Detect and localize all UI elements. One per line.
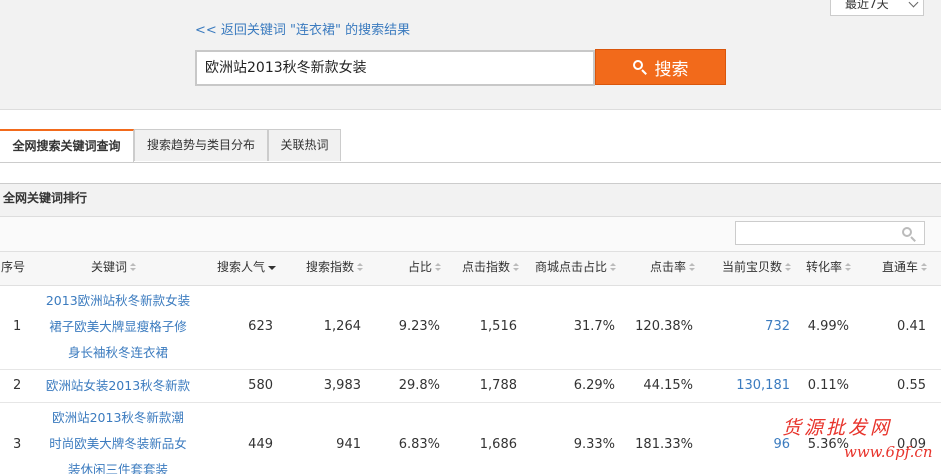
keyword-link[interactable]: 2013欧洲站秋冬新款女装 裙子欧美大牌显瘦格子修 身长袖秋冬连衣裙 [36, 288, 200, 366]
column-click-index[interactable]: 点击指数 [462, 252, 520, 285]
ztc-value: 0.55 [897, 378, 926, 393]
ctr-value: 120.38% [635, 319, 693, 334]
time-range-value: 最近7天 [845, 0, 889, 11]
share-value: 29.8% [398, 378, 440, 393]
sort-icon [845, 263, 852, 272]
click-index-value: 1,686 [479, 437, 517, 452]
sort-icon [689, 263, 696, 272]
click-index-value: 1,788 [479, 378, 517, 393]
items-link[interactable]: 732 [765, 319, 790, 334]
table-row: 2 欧洲站女装2013秋冬新款 580 3,983 29.8% 1,788 6.… [0, 370, 941, 403]
keyword-search-input[interactable]: 欧洲站2013秋冬新款女装 [195, 50, 595, 86]
column-mall-click-share[interactable]: 商城点击占比 [535, 252, 617, 285]
ctr-value: 44.15% [643, 378, 693, 393]
ztc-value: 0.41 [897, 319, 926, 334]
site-watermark: 货源批发网 www.6pf.cn [778, 411, 941, 473]
sort-icon [610, 263, 617, 272]
search-button[interactable]: 搜索 [595, 49, 726, 85]
column-share[interactable]: 占比 [408, 252, 442, 285]
column-popularity[interactable]: 搜索人气 [217, 252, 277, 285]
tab-search-trend[interactable]: 搜索趋势与类目分布 [134, 129, 268, 161]
watermark-site-url: www.6pf.cn [844, 443, 933, 461]
row-index: 3 [13, 437, 22, 452]
sort-icon [921, 263, 928, 272]
tab-keyword-query[interactable]: 全网搜索关键词查询 [0, 129, 134, 162]
share-value: 9.23% [398, 319, 440, 334]
sort-icon [785, 263, 792, 272]
column-ctr[interactable]: 点击率 [650, 252, 696, 285]
watermark-site-name: 货源批发网 [782, 417, 893, 439]
column-index: 序号 [1, 260, 26, 274]
conversion-value: 0.11% [807, 378, 849, 393]
search-index-value: 941 [336, 437, 361, 452]
panel-title: 全网关键词排行 [0, 184, 941, 217]
sort-icon [513, 263, 520, 272]
column-ztc[interactable]: 直通车 [882, 252, 928, 285]
ctr-value: 181.33% [635, 437, 693, 452]
popularity-value: 623 [248, 319, 273, 334]
search-header: << 返回关键词 "连衣裙" 的搜索结果 最近7天 欧洲站2013秋冬新款女装 … [0, 0, 941, 110]
back-to-results-link[interactable]: << 返回关键词 "连衣裙" 的搜索结果 [195, 19, 410, 38]
chevron-down-icon [908, 0, 919, 8]
sort-icon [357, 263, 364, 272]
search-index-value: 3,983 [323, 378, 361, 393]
column-search-index[interactable]: 搜索指数 [306, 252, 364, 285]
search-icon [902, 227, 916, 242]
table-filter-input[interactable] [735, 221, 925, 245]
sort-icon [130, 263, 137, 272]
tab-bar: 全网搜索关键词查询 搜索趋势与类目分布 关联热词 [0, 129, 941, 163]
popularity-value: 580 [248, 378, 273, 393]
search-button-label: 搜索 [654, 59, 689, 80]
keyword-link[interactable]: 欧洲站2013秋冬新款潮 时尚欧美大牌冬装新品女 装休闲三件套套装 [36, 405, 200, 474]
column-keyword[interactable]: 关键词 [91, 252, 137, 285]
table-header: 序号 关键词 搜索人气 搜索指数 占比 点击指数 商城点击占比 点击率 当前宝贝… [0, 251, 941, 286]
popularity-value: 449 [248, 437, 273, 452]
mall-click-share-value: 9.33% [573, 437, 615, 452]
mall-click-share-value: 31.7% [573, 319, 615, 334]
filter-row [0, 217, 941, 251]
search-index-value: 1,264 [323, 319, 361, 334]
share-value: 6.83% [398, 437, 440, 452]
column-items[interactable]: 当前宝贝数 [722, 252, 792, 285]
conversion-value: 4.99% [807, 319, 849, 334]
click-index-value: 1,516 [479, 319, 517, 334]
mall-click-share-value: 6.29% [573, 378, 615, 393]
table-row: 1 2013欧洲站秋冬新款女装 裙子欧美大牌显瘦格子修 身长袖秋冬连衣裙 623… [0, 285, 941, 370]
row-index: 2 [13, 378, 22, 393]
items-link[interactable]: 130,181 [736, 378, 790, 393]
keyword-link[interactable]: 欧洲站女装2013秋冬新款 [36, 373, 200, 399]
time-range-select[interactable]: 最近7天 [830, 0, 924, 16]
search-icon [632, 60, 647, 75]
sort-icon [435, 263, 442, 272]
tab-related-words[interactable]: 关联热词 [268, 129, 341, 161]
row-index: 1 [13, 319, 22, 334]
column-conversion[interactable]: 转化率 [806, 252, 852, 285]
sort-desc-icon [268, 263, 277, 272]
